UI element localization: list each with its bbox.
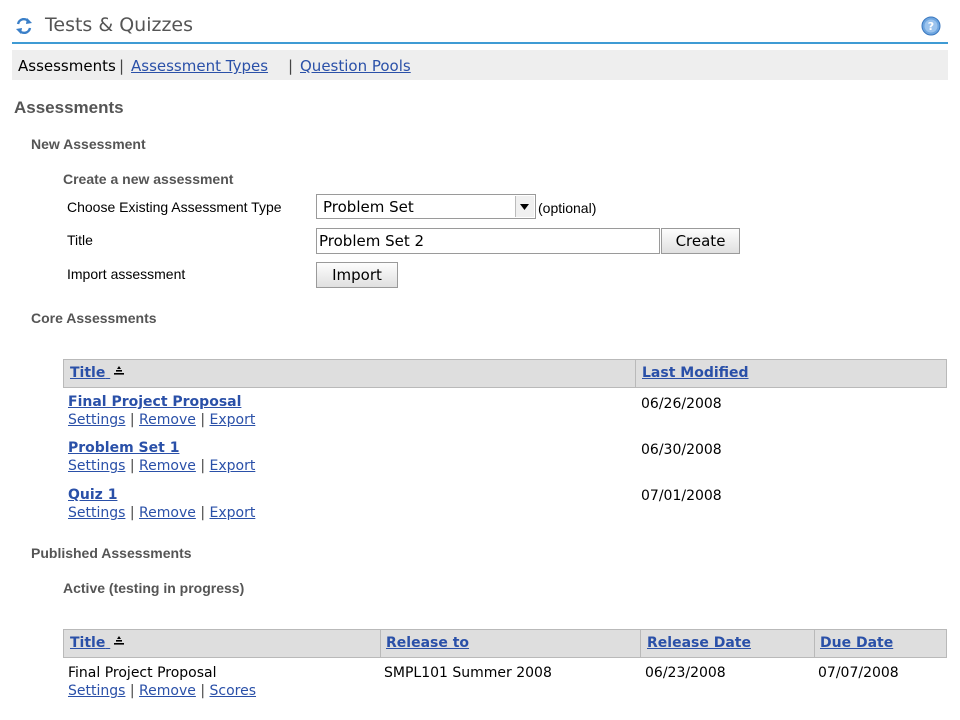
column-divider [380, 630, 381, 657]
nav-link-question-pools[interactable]: Question Pools [300, 57, 411, 75]
sort-by-title-link[interactable]: Title [70, 360, 125, 387]
import-label: Import assessment [67, 266, 186, 282]
page-title: Assessments [14, 98, 124, 117]
svg-text:?: ? [928, 20, 934, 33]
remove-link[interactable]: Remove [139, 505, 196, 521]
title-label: Title [67, 232, 93, 248]
sort-by-title-link[interactable]: Title [70, 630, 125, 657]
remove-link[interactable]: Remove [139, 412, 196, 428]
sort-by-release-date-link[interactable]: Release Date [647, 630, 751, 657]
sort-by-release-to-link[interactable]: Release to [386, 630, 469, 657]
published-assessment-title: Final Project Proposal [68, 665, 217, 681]
settings-link[interactable]: Settings [68, 458, 125, 474]
nav-assessments-current: Assessments [18, 57, 116, 75]
table-row: Final Project Proposal Settings | Remove… [68, 394, 256, 428]
export-link[interactable]: Export [210, 412, 256, 428]
settings-link[interactable]: Settings [68, 505, 125, 521]
table-row: Problem Set 1 Settings | Remove | Export [68, 440, 256, 474]
last-modified-date: 07/01/2008 [641, 488, 722, 504]
scores-link[interactable]: Scores [210, 683, 257, 699]
release-to-value: SMPL101 Summer 2008 [384, 665, 552, 681]
assessment-title-link[interactable]: Quiz 1 [68, 487, 255, 503]
new-assessment-heading: New Assessment [31, 136, 146, 152]
import-button[interactable]: Import [316, 262, 398, 288]
column-title: Title [70, 635, 106, 651]
assessment-title-link[interactable]: Problem Set 1 [68, 440, 255, 456]
remove-link[interactable]: Remove [139, 683, 196, 699]
header-divider [12, 42, 948, 44]
column-title: Title [70, 365, 106, 381]
core-assessments-heading: Core Assessments [31, 310, 157, 326]
last-modified-date: 06/30/2008 [641, 442, 722, 458]
sort-ascending-icon [114, 366, 125, 375]
sort-by-due-date-link[interactable]: Due Date [820, 630, 893, 657]
column-divider [814, 630, 815, 657]
nav-link-assessment-types[interactable]: Assessment Types [131, 57, 268, 75]
table-row: Final Project Proposal Settings | Remove… [68, 665, 257, 699]
settings-link[interactable]: Settings [68, 412, 125, 428]
active-subheading: Active (testing in progress) [63, 580, 245, 596]
create-button[interactable]: Create [661, 228, 740, 254]
tool-title: Tests & Quizzes [45, 14, 194, 36]
assessment-type-value: Problem Set [323, 198, 414, 216]
column-divider [635, 360, 636, 387]
assessment-title-link[interactable]: Final Project Proposal [68, 394, 255, 410]
optional-note: (optional) [538, 200, 597, 216]
assessment-type-select[interactable]: Problem Set [316, 194, 536, 219]
title-input[interactable]: Problem Set 2 [316, 228, 660, 254]
export-link[interactable]: Export [210, 458, 256, 474]
chevron-down-icon [520, 204, 529, 210]
table-row: Quiz 1 Settings | Remove | Export [68, 487, 256, 521]
due-date-value: 07/07/2008 [818, 665, 899, 681]
dropdown-arrow[interactable] [515, 196, 534, 217]
settings-link[interactable]: Settings [68, 683, 125, 699]
create-assessment-subheading: Create a new assessment [63, 171, 234, 187]
nav-separator: | [119, 57, 125, 75]
column-divider [640, 630, 641, 657]
core-table-header: Title Last Modified [63, 359, 947, 388]
last-modified-date: 06/26/2008 [641, 396, 722, 412]
published-assessments-heading: Published Assessments [31, 545, 192, 561]
refresh-icon [16, 17, 32, 35]
title-input-value: Problem Set 2 [319, 232, 425, 250]
sort-ascending-icon [114, 636, 125, 645]
sort-by-last-modified-link[interactable]: Last Modified [642, 360, 749, 387]
export-link[interactable]: Export [210, 505, 256, 521]
published-table-header: Title Release to Release Date Due Date [63, 629, 947, 658]
nav-separator: | [288, 57, 294, 75]
release-date-value: 06/23/2008 [645, 665, 726, 681]
assessment-type-label: Choose Existing Assessment Type [67, 199, 282, 215]
remove-link[interactable]: Remove [139, 458, 196, 474]
help-icon[interactable]: ? [921, 16, 941, 36]
